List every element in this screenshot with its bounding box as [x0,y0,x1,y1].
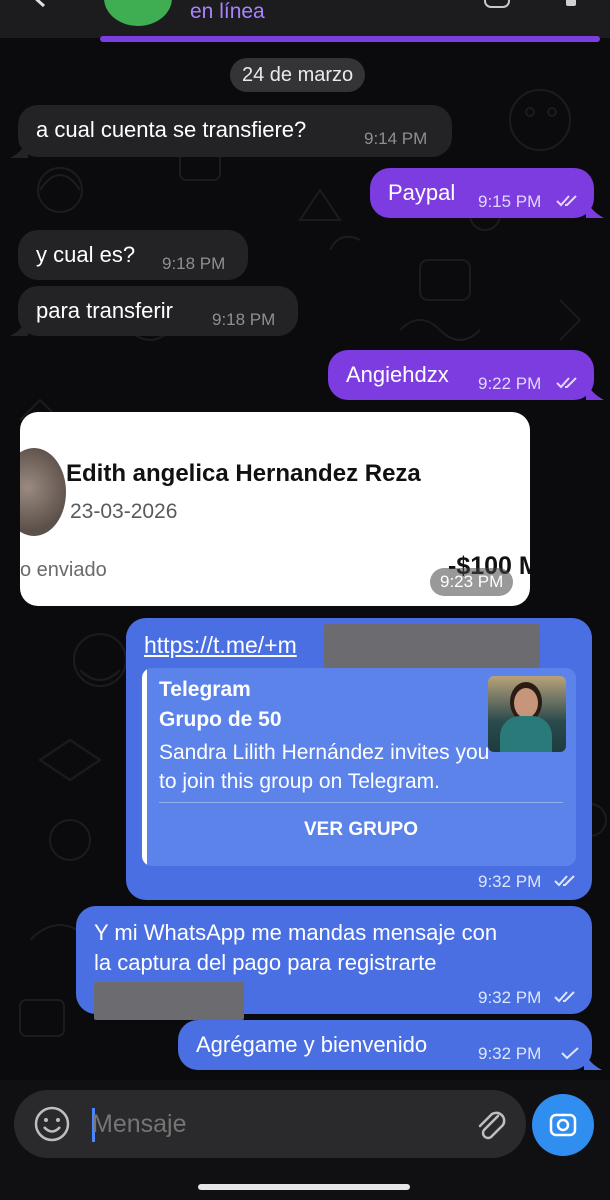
message-time: 9:14 PM [364,129,428,148]
message-incoming[interactable]: a cual cuenta se transfiere? 9:14 PM [18,105,452,157]
message-text-line1: Y mi WhatsApp me mandas mensaje con [94,920,498,945]
message-text: para transferir [36,298,173,323]
divider [159,802,563,803]
view-group-button[interactable]: VER GRUPO [159,804,563,856]
redacted-block [94,982,244,1020]
message-outgoing[interactable]: Y mi WhatsApp me mandas mensaje con la c… [76,906,592,1020]
link-preview[interactable]: Telegram Grupo de 50 Sandra Lilith Herná… [142,668,576,866]
emoji-icon[interactable] [34,1106,70,1142]
link-message[interactable]: https://t.me/+m Telegram Grupo de 50 San… [126,618,592,900]
message-input[interactable] [92,1104,452,1144]
double-check-icon [556,377,577,389]
back-icon[interactable] [28,0,50,8]
preview-site: Telegram [159,678,251,701]
preview-description: Sandra Lilith Hernández invites you to j… [159,741,490,793]
home-indicator [198,1184,410,1190]
message-time: 9:23 PM [430,568,514,596]
message-time: 9:32 PM [478,988,542,1007]
sent-label: o enviado [20,559,107,581]
message-time: 9:18 PM [212,310,276,329]
composer [0,1080,610,1200]
double-check-icon [554,875,575,887]
message-outgoing[interactable]: Angiehdzx 9:22 PM [328,350,594,400]
call-icon[interactable] [484,0,510,8]
pinned-bar[interactable] [100,36,600,42]
double-check-icon [556,195,577,207]
message-text-line2: la captura del pago para registrarte [94,950,437,975]
double-check-icon [554,991,575,1003]
message-time: 9:15 PM [478,192,542,211]
message-time: 9:32 PM [478,872,542,891]
message-incoming[interactable]: para transferir 9:18 PM [18,286,298,336]
camera-icon [549,1113,577,1137]
image-message[interactable]: Edith angelica Hernandez Reza 23-03-2026… [20,412,530,606]
message-text: a cual cuenta se transfiere? [36,117,307,142]
message-time: 9:22 PM [478,374,542,393]
bubble-tail [584,1052,602,1070]
online-status: en línea [190,0,265,23]
message-text: Angiehdzx [346,362,449,387]
message-text: Agrégame y bienvenido [196,1032,428,1057]
recipient-name: Edith angelica Hernandez Reza [66,460,421,487]
bubble-tail [10,318,28,336]
message-text: Paypal [388,180,456,205]
preview-thumbnail [488,676,566,752]
more-icon[interactable] [566,0,576,6]
preview-title: Grupo de 50 [159,708,282,731]
message-outgoing[interactable]: Agrégame y bienvenido 9:32 PM [178,1020,592,1070]
bubble-tail [586,200,604,218]
message-text: y cual es? [36,242,136,267]
message-time: 9:32 PM [478,1044,542,1063]
date-separator: 24 de marzo [230,58,366,92]
attach-icon[interactable] [472,1106,508,1144]
chat-header: en línea [0,0,610,38]
camera-button[interactable] [532,1094,594,1156]
bubble-tail [586,382,604,400]
transfer-date: 23-03-2026 [70,500,178,523]
profile-photo [20,448,66,536]
bubble-tail [10,140,28,158]
avatar[interactable] [104,0,172,26]
single-check-icon [561,1047,579,1060]
message-outgoing[interactable]: Paypal 9:15 PM [370,168,594,218]
preview-accent-bar [142,668,147,866]
message-input-container[interactable] [14,1090,526,1158]
message-time: 9:18 PM [162,254,226,273]
message-incoming[interactable]: y cual es? 9:18 PM [18,230,248,280]
invite-link[interactable]: https://t.me/+m [144,632,297,659]
